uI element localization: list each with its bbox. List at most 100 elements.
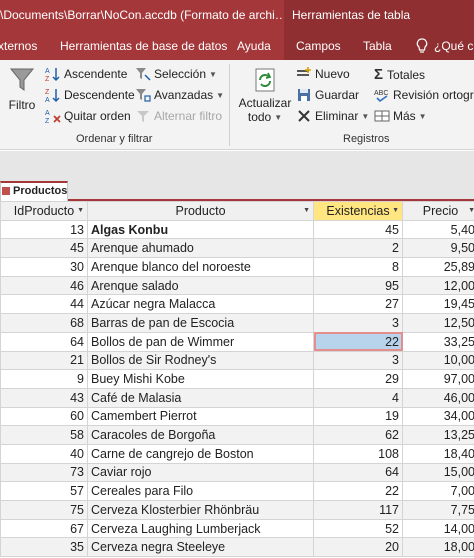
cell-producto[interactable]: Bollos de Sir Rodney's xyxy=(87,350,314,371)
cell-producto[interactable]: Caracoles de Borgoña xyxy=(87,425,314,445)
cell-idproducto[interactable]: 13 xyxy=(0,219,88,240)
cell-precio[interactable]: 7,75 xyxy=(402,500,474,520)
filter-button[interactable]: Filtro xyxy=(8,66,36,122)
sort-ascending-button[interactable]: AZ Ascendente xyxy=(45,66,127,82)
table-row[interactable]: 73 Caviar rojo 64 15,00 xyxy=(0,462,474,483)
table-row[interactable]: 57 Cereales para Filo 22 7,00 xyxy=(0,481,474,501)
cell-idproducto[interactable]: 60 xyxy=(0,406,88,427)
cell-existencias[interactable]: 45 xyxy=(313,219,403,240)
cell-idproducto[interactable]: 67 xyxy=(0,518,88,539)
cell-existencias[interactable]: 3 xyxy=(313,313,403,333)
cell-producto[interactable]: Cerveza negra Steeleye xyxy=(87,537,314,558)
cell-precio[interactable]: 33,25 xyxy=(402,331,474,352)
column-header-producto[interactable]: Producto ▼ xyxy=(87,201,314,221)
table-row[interactable]: 46 Arenque salado 95 12,00 xyxy=(0,275,474,296)
cell-existencias[interactable]: 62 xyxy=(313,425,403,445)
chevron-down-icon[interactable]: ▼ xyxy=(77,207,84,214)
cell-existencias[interactable]: 108 xyxy=(313,443,403,464)
cell-idproducto[interactable]: 46 xyxy=(0,275,88,296)
table-row[interactable]: 43 Café de Malasia 4 46,00 xyxy=(0,387,474,408)
cell-producto[interactable]: Buey Mishi Kobe xyxy=(87,369,314,389)
toggle-filter-button[interactable]: Alternar filtro xyxy=(135,108,222,124)
tab-ayuda[interactable]: Ayuda xyxy=(237,32,271,60)
table-row[interactable]: 13 Algas Konbu 45 5,40 xyxy=(0,219,474,240)
cell-existencias[interactable]: 52 xyxy=(313,518,403,539)
tab-campos[interactable]: Campos xyxy=(296,32,341,60)
save-record-button[interactable]: Guardar xyxy=(296,87,359,103)
tab-tell-me[interactable]: ¿Qué c xyxy=(416,32,473,60)
delete-record-button[interactable]: Eliminar ▼ xyxy=(296,108,369,124)
table-row[interactable]: 21 Bollos de Sir Rodney's 3 10,00 xyxy=(0,350,474,371)
column-header-idproducto[interactable]: IdProducto ▼ xyxy=(0,201,88,221)
cell-producto[interactable]: Arenque blanco del noroeste xyxy=(87,257,314,277)
cell-producto[interactable]: Azúcar negra Malacca xyxy=(87,294,314,315)
cell-existencias[interactable]: 8 xyxy=(313,257,403,277)
cell-precio[interactable]: 46,00 xyxy=(402,387,474,408)
cell-precio[interactable]: 19,45 xyxy=(402,294,474,315)
cell-producto[interactable]: Camembert Pierrot xyxy=(87,406,314,427)
cell-existencias[interactable]: 3 xyxy=(313,350,403,371)
cell-producto[interactable]: Arenque salado xyxy=(87,275,314,296)
cell-idproducto[interactable]: 30 xyxy=(0,257,88,277)
table-row[interactable]: 30 Arenque blanco del noroeste 8 25,89 xyxy=(0,257,474,277)
cell-existencias[interactable]: 4 xyxy=(313,387,403,408)
table-row[interactable]: 58 Caracoles de Borgoña 62 13,25 xyxy=(0,425,474,445)
cell-idproducto[interactable]: 58 xyxy=(0,425,88,445)
cell-idproducto[interactable]: 75 xyxy=(0,500,88,520)
advanced-filter-button[interactable]: Avanzadas ▼ xyxy=(135,87,224,103)
cell-precio[interactable]: 34,00 xyxy=(402,406,474,427)
cell-existencias[interactable]: 19 xyxy=(313,406,403,427)
cell-producto[interactable]: Arenque ahumado xyxy=(87,238,314,259)
column-header-existencias[interactable]: Existencias ▼ xyxy=(313,201,403,221)
sort-descending-button[interactable]: ZA Descendente xyxy=(45,87,135,103)
cell-precio[interactable]: 18,00 xyxy=(402,537,474,558)
cell-producto[interactable]: Café de Malasia xyxy=(87,387,314,408)
cell-precio[interactable]: 12,00 xyxy=(402,275,474,296)
column-header-precio[interactable]: Precio ▼ xyxy=(402,201,474,221)
selection-button[interactable]: Selección ▼ xyxy=(135,66,217,82)
cell-precio[interactable]: 15,00 xyxy=(402,462,474,483)
table-row[interactable]: 75 Cerveza Klosterbier Rhönbräu 117 7,75 xyxy=(0,500,474,520)
table-row[interactable]: 40 Carne de cangrejo de Boston 108 18,40 xyxy=(0,443,474,464)
cell-producto[interactable]: Caviar rojo xyxy=(87,462,314,483)
cell-precio[interactable]: 14,00 xyxy=(402,518,474,539)
totals-button[interactable]: Σ Totales xyxy=(374,66,425,83)
cell-precio[interactable]: 25,89 xyxy=(402,257,474,277)
cell-idproducto[interactable]: 9 xyxy=(0,369,88,389)
table-row[interactable]: 67 Cerveza Laughing Lumberjack 52 14,00 xyxy=(0,518,474,539)
cell-idproducto[interactable]: 40 xyxy=(0,443,88,464)
cell-producto[interactable]: Bollos de pan de Wimmer xyxy=(87,331,314,352)
table-row[interactable]: 68 Barras de pan de Escocia 3 12,50 xyxy=(0,313,474,333)
cell-idproducto[interactable]: 35 xyxy=(0,537,88,558)
cell-idproducto[interactable]: 43 xyxy=(0,387,88,408)
table-row[interactable]: 64 Bollos de pan de Wimmer 22 33,25 xyxy=(0,331,474,352)
table-row[interactable]: 35 Cerveza negra Steeleye 20 18,00 xyxy=(0,537,474,558)
cell-existencias[interactable]: 20 xyxy=(313,537,403,558)
cell-existencias[interactable]: 29 xyxy=(313,369,403,389)
cell-producto[interactable]: Cerveza Klosterbier Rhönbräu xyxy=(87,500,314,520)
cell-precio[interactable]: 18,40 xyxy=(402,443,474,464)
cell-precio[interactable]: 9,50 xyxy=(402,238,474,259)
tab-tabla[interactable]: Tabla xyxy=(363,32,392,60)
document-tab-productos[interactable]: Productos xyxy=(0,181,68,201)
cell-existencias[interactable]: 64 xyxy=(313,462,403,483)
more-button[interactable]: Más ▼ xyxy=(374,108,427,124)
cell-existencias[interactable]: 117 xyxy=(313,500,403,520)
cell-idproducto[interactable]: 44 xyxy=(0,294,88,315)
cell-precio[interactable]: 97,00 xyxy=(402,369,474,389)
chevron-down-icon[interactable]: ▼ xyxy=(468,207,474,214)
cell-existencias[interactable]: 22 xyxy=(313,331,403,352)
cell-existencias[interactable]: 22 xyxy=(313,481,403,501)
cell-precio[interactable]: 5,40 xyxy=(402,219,474,240)
cell-idproducto[interactable]: 45 xyxy=(0,238,88,259)
cell-idproducto[interactable]: 57 xyxy=(0,481,88,501)
cell-existencias[interactable]: 2 xyxy=(313,238,403,259)
cell-producto[interactable]: Carne de cangrejo de Boston xyxy=(87,443,314,464)
cell-idproducto[interactable]: 73 xyxy=(0,462,88,483)
cell-producto[interactable]: Algas Konbu xyxy=(87,219,314,240)
cell-idproducto[interactable]: 64 xyxy=(0,331,88,352)
chevron-down-icon[interactable]: ▼ xyxy=(392,207,399,214)
spelling-button[interactable]: ABC Revisión ortográ xyxy=(374,87,474,103)
cell-precio[interactable]: 12,50 xyxy=(402,313,474,333)
table-row[interactable]: 44 Azúcar negra Malacca 27 19,45 xyxy=(0,294,474,315)
